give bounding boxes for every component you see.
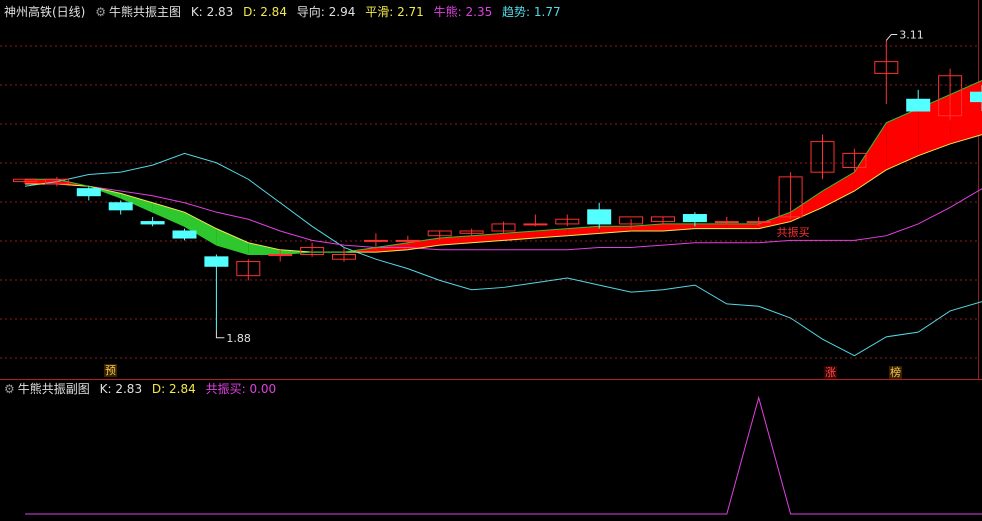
candle-down: [140, 221, 165, 225]
buy-signal-label: 共振买: [777, 225, 810, 239]
candle-up: [268, 254, 293, 257]
candle-up: [523, 223, 548, 226]
bull-ribbon-segment: [950, 80, 982, 144]
high-price-label: 3.11: [899, 28, 924, 41]
buy-signal-line: [25, 395, 982, 515]
candle-down: [172, 230, 197, 239]
bull-ribbon-segment: [822, 172, 855, 208]
bear-ribbon-segment: [216, 228, 249, 255]
low-price-label: 1.88: [226, 332, 251, 345]
candle-down: [970, 91, 982, 103]
bull-ribbon-segment: [726, 223, 759, 229]
sub-chart[interactable]: [0, 380, 982, 521]
marker-rank[interactable]: 榜: [889, 366, 902, 379]
candle-up: [395, 239, 420, 242]
low-leader: [215, 329, 225, 339]
bull-ribbon-segment: [694, 223, 727, 229]
high-leader: [885, 33, 898, 41]
candle-down: [108, 202, 133, 211]
marker-pre[interactable]: 预: [104, 364, 117, 377]
bull-ribbon-segment: [886, 108, 919, 170]
candle-down: [76, 188, 101, 197]
candle-up: [714, 221, 739, 224]
candle-down: [682, 214, 707, 223]
main-chart[interactable]: 3.11 1.88 共振买: [0, 0, 982, 380]
candle-down: [906, 98, 931, 112]
candle-up: [363, 239, 388, 242]
candle-down: [587, 209, 612, 225]
marker-rise[interactable]: 涨: [824, 366, 837, 379]
candle-up: [746, 221, 771, 224]
candle-down: [204, 256, 229, 267]
